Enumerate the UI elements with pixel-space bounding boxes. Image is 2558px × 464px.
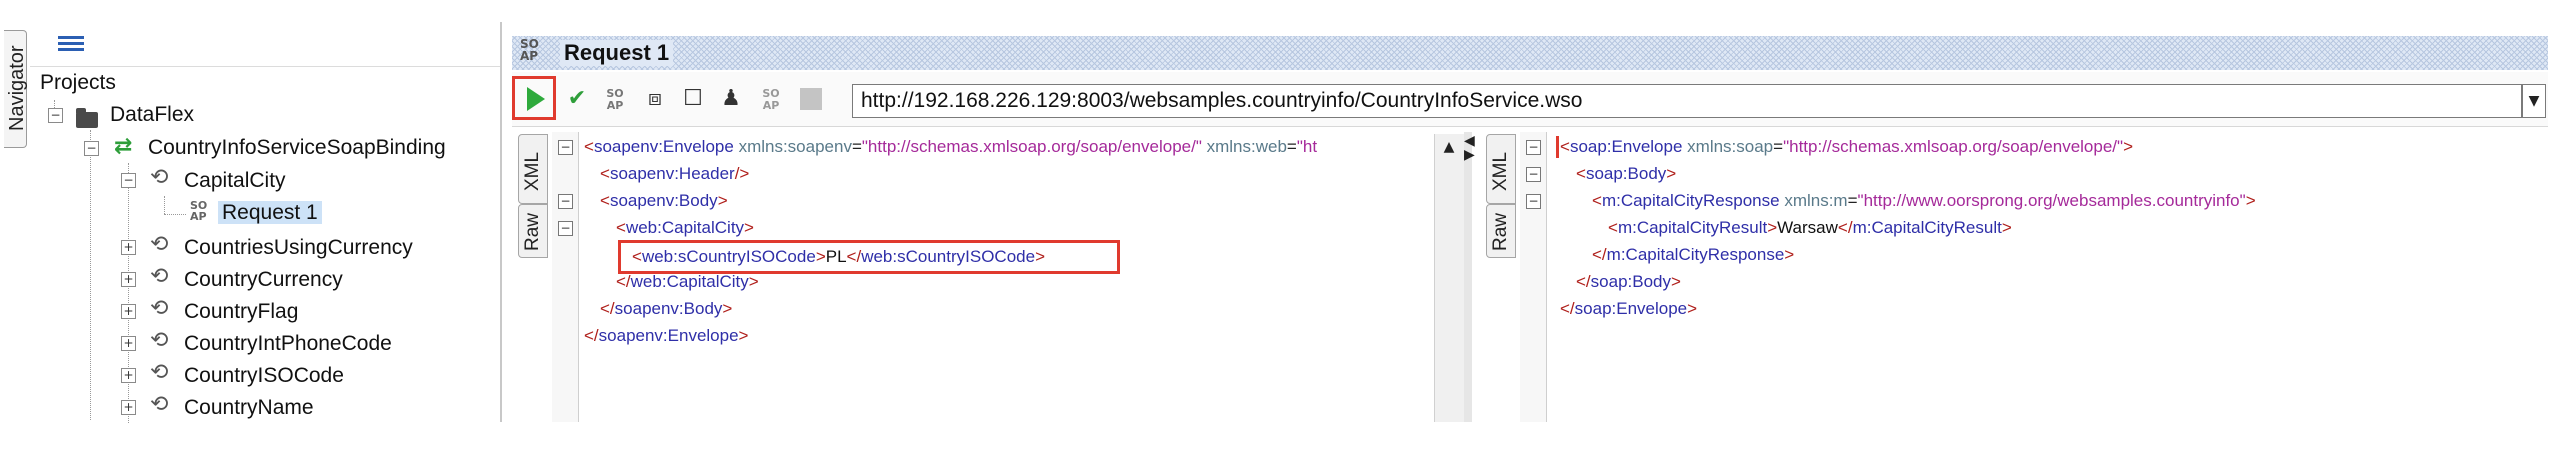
tree-item-operation[interactable]: CountryIntPhoneCode xyxy=(184,329,392,359)
tree-toolbar xyxy=(30,22,500,67)
expand-toggle[interactable]: + xyxy=(121,240,136,255)
response-xml-line[interactable]: <soap:Body> xyxy=(1576,160,1676,187)
request-xml-tab[interactable]: XML xyxy=(518,134,548,204)
tree-item-operation[interactable]: CountryFlag xyxy=(184,297,298,327)
request-xml-line[interactable]: <web:CapitalCity> xyxy=(616,214,754,241)
endpoint-dropdown-button[interactable]: ▼ xyxy=(2522,84,2546,118)
request-fold-gutter xyxy=(552,132,579,422)
request-xml-line[interactable]: <soapenv:Body> xyxy=(600,187,728,214)
tree-item-request[interactable]: Request 1 xyxy=(218,198,322,228)
soap-icon[interactable]: SO AP xyxy=(600,84,630,114)
list-view-icon[interactable] xyxy=(58,36,84,54)
run-icon xyxy=(527,87,545,111)
request-xml-line[interactable]: <soapenv:Header/> xyxy=(600,160,749,187)
gray-square-icon[interactable] xyxy=(796,84,826,114)
soap-request-icon: SO AP xyxy=(190,199,208,223)
soap-icon-2[interactable]: SO AP xyxy=(756,84,786,114)
validate-icon[interactable]: ✔ xyxy=(562,84,592,114)
response-xml-line-result[interactable]: <m:CapitalCityResult>Warsaw</m:CapitalCi… xyxy=(1608,214,2012,241)
checkbox-icon[interactable]: ☐ xyxy=(678,84,708,114)
response-xml-line[interactable]: <m:CapitalCityResponse xmlns:m="http://w… xyxy=(1592,187,2256,214)
response-xml-line[interactable]: <soap:Envelope xmlns:soap="http://schema… xyxy=(1560,133,2133,160)
request-tab-header xyxy=(512,36,2548,70)
binding-icon: ⇄ xyxy=(114,134,133,159)
operation-icon: ⟲ xyxy=(150,328,169,353)
response-xml-tab[interactable]: XML xyxy=(1486,134,1516,204)
response-xml-line[interactable]: </m:CapitalCityResponse> xyxy=(1592,241,1794,268)
run-request-button[interactable] xyxy=(512,76,556,120)
request-raw-tab[interactable]: Raw xyxy=(518,204,548,258)
request-xml-line[interactable]: <soapenv:Envelope xmlns:soapenv="http://… xyxy=(584,133,1317,160)
request-xml-line[interactable]: </soapenv:Envelope> xyxy=(584,322,748,349)
stamp-icon[interactable]: ♟ xyxy=(716,84,746,114)
tree-item-request-label: Request 1 xyxy=(218,201,322,224)
text-cursor xyxy=(1556,136,1559,158)
folder-icon xyxy=(76,108,98,128)
tree-item-operation[interactable]: CountryName xyxy=(184,393,314,423)
navigator-tab[interactable]: Navigator xyxy=(4,30,28,148)
fold-toggle[interactable]: − xyxy=(1526,140,1541,155)
response-raw-tab[interactable]: Raw xyxy=(1486,204,1516,258)
xml-tab-label: XML xyxy=(1490,151,1511,191)
expand-toggle[interactable]: + xyxy=(121,336,136,351)
response-xml-line[interactable]: </soap:Body> xyxy=(1576,268,1681,295)
operation-icon: ⟲ xyxy=(150,360,169,385)
xml-tab-label: XML xyxy=(522,151,543,191)
navigator-tab-label: Navigator xyxy=(6,45,28,131)
operation-icon: ⟲ xyxy=(150,165,169,190)
fold-toggle[interactable]: − xyxy=(558,221,573,236)
fold-toggle[interactable]: − xyxy=(558,140,573,155)
expand-toggle[interactable]: + xyxy=(121,400,136,415)
splitter-arrows-icon[interactable]: ◀ ▶ xyxy=(1464,134,1475,162)
fold-toggle[interactable]: − xyxy=(1526,167,1541,182)
top-edge-strip xyxy=(0,0,2558,22)
operation-icon: ⟲ xyxy=(150,232,169,257)
request-vertical-scrollbar[interactable] xyxy=(1434,134,1465,422)
fold-toggle[interactable]: − xyxy=(1526,194,1541,209)
request-xml-line[interactable]: </web:CapitalCity> xyxy=(616,268,759,295)
editor-splitter[interactable] xyxy=(1464,132,1472,422)
endpoint-url-field[interactable]: http://192.168.226.129:8003/websamples.c… xyxy=(852,84,2522,118)
expand-toggle[interactable]: + xyxy=(121,368,136,383)
tree-item-operation[interactable]: CountryISOCode xyxy=(184,361,344,391)
collapse-toggle[interactable]: − xyxy=(121,173,136,188)
tree-item-operation[interactable]: CountryCurrency xyxy=(184,265,343,295)
format-icon[interactable]: ⧈ xyxy=(640,84,670,114)
request-xml-line[interactable]: </soapenv:Body> xyxy=(600,295,732,322)
raw-tab-label: Raw xyxy=(1490,212,1511,251)
collapse-toggle[interactable]: − xyxy=(84,141,99,156)
tree-item-operation[interactable]: CountriesUsingCurrency xyxy=(184,233,413,263)
request-tab-title[interactable]: Request 1 xyxy=(560,40,674,66)
request-xml-line-country-code[interactable]: <web:sCountryISOCode>PL</web:sCountryISO… xyxy=(632,243,1045,270)
operation-icon: ⟲ xyxy=(150,264,169,289)
response-xml-line[interactable]: </soap:Envelope> xyxy=(1560,295,1697,322)
scroll-up-arrow[interactable]: ▲ xyxy=(1434,134,1464,160)
tree-item-operation[interactable]: CapitalCity xyxy=(184,166,286,196)
expand-toggle[interactable]: + xyxy=(121,272,136,287)
fold-toggle[interactable]: − xyxy=(558,194,573,209)
collapse-toggle[interactable]: − xyxy=(48,108,63,123)
tree-item-project[interactable]: DataFlex xyxy=(110,100,194,130)
tree-item-binding[interactable]: CountryInfoServiceSoapBinding xyxy=(148,133,446,163)
expand-toggle[interactable]: + xyxy=(121,304,136,319)
operation-icon: ⟲ xyxy=(150,392,169,417)
raw-tab-label: Raw xyxy=(522,212,543,251)
operation-icon: ⟲ xyxy=(150,296,169,321)
projects-root-label[interactable]: Projects xyxy=(40,68,116,98)
soap-request-icon: SO AP xyxy=(520,37,539,63)
